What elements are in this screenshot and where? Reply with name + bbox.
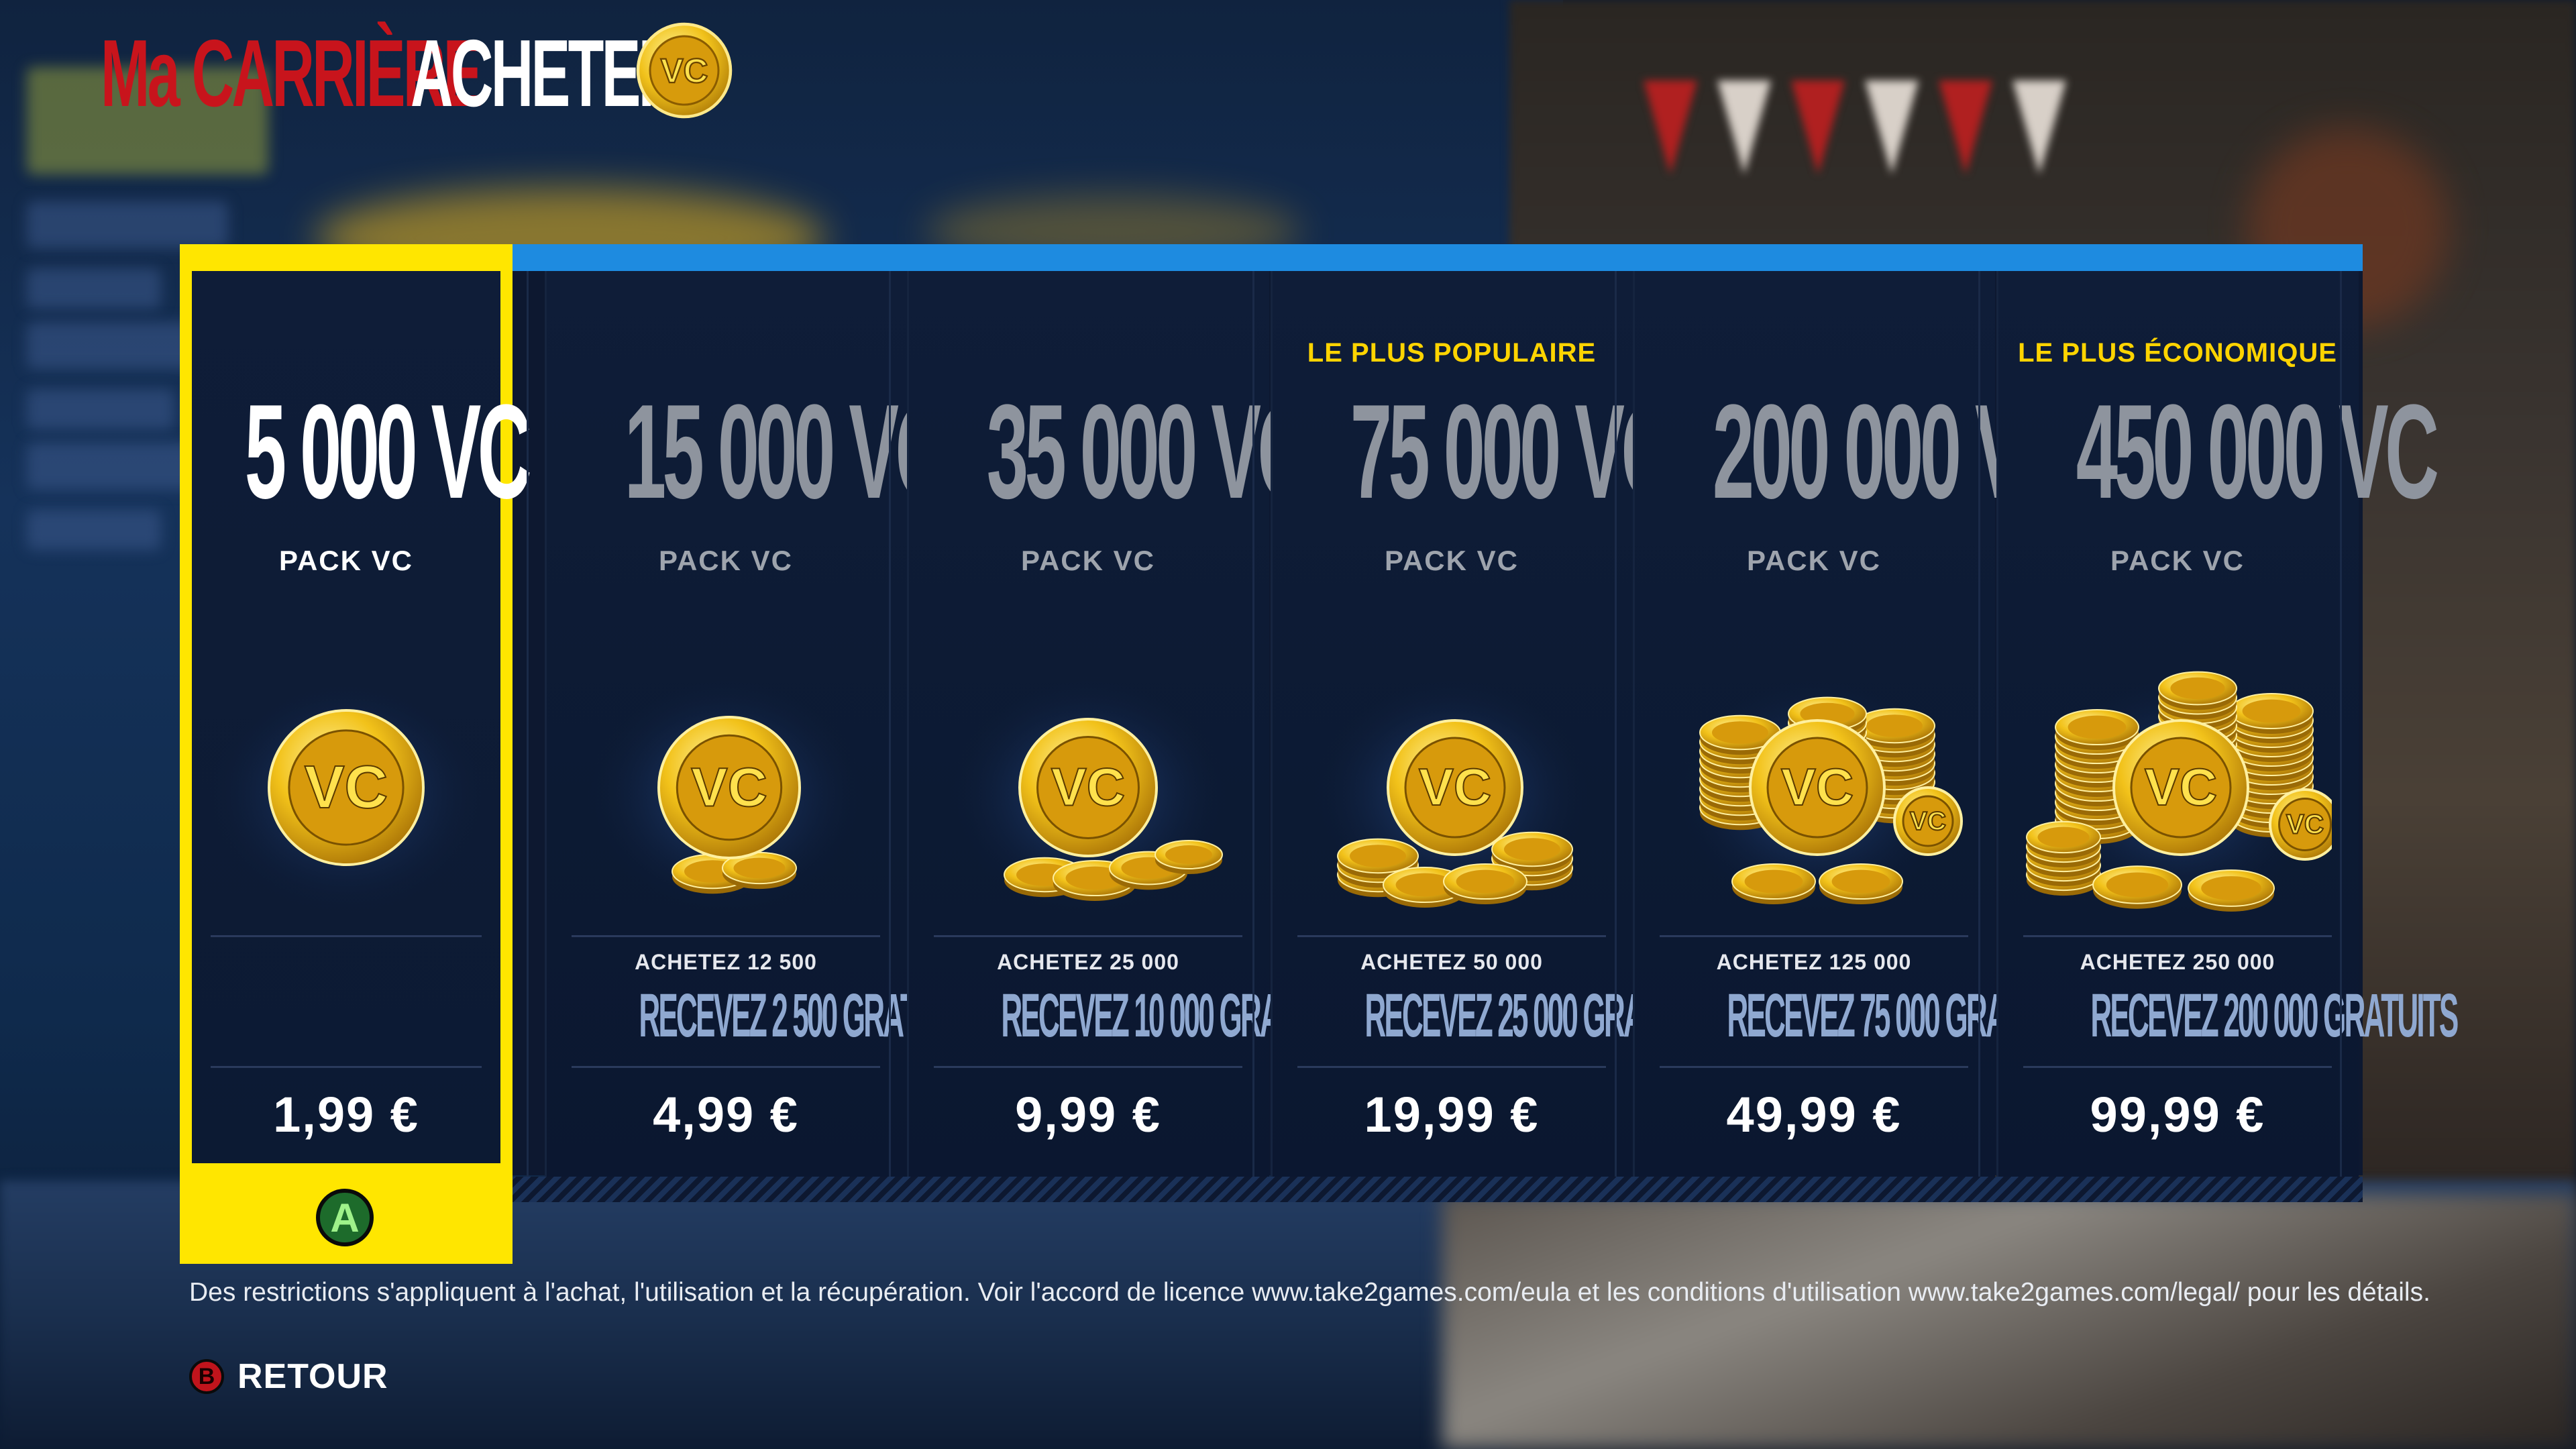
pack-buy-amount: ACHETEZ 250 000 bbox=[2080, 950, 2275, 974]
b-button-icon: B bbox=[189, 1359, 224, 1394]
vc-coin-pile-icon: VC bbox=[947, 674, 1229, 915]
column-separator bbox=[527, 271, 529, 1177]
pack-bonus: RECEVEZ 200 000 GRATUITS bbox=[2090, 981, 2459, 1050]
column-separator bbox=[1252, 271, 1254, 1177]
vc-coin-pile-icon: VC bbox=[205, 674, 487, 915]
divider bbox=[211, 935, 482, 937]
svg-text:VC: VC bbox=[1051, 757, 1126, 817]
divider bbox=[2023, 1066, 2332, 1068]
pack-buy-amount: ACHETEZ 25 000 bbox=[997, 950, 1179, 974]
vc-pack-card-4[interactable]: LE PLUS POPULAIRE 75 000 VC PACK VC VC A… bbox=[1271, 271, 1719, 1177]
a-button-icon: A bbox=[316, 1189, 374, 1246]
pack-amount: 200 000 VC bbox=[1712, 377, 2076, 527]
svg-text:VC: VC bbox=[1781, 757, 1854, 816]
divider bbox=[1297, 1066, 1606, 1068]
screen-header: Ma CARRIÈRE ACHETER VC bbox=[101, 20, 733, 127]
pack-amount: 15 000 VC bbox=[624, 377, 949, 527]
column-separator bbox=[2340, 271, 2342, 1177]
svg-text:VC: VC bbox=[2145, 757, 2217, 816]
column-separator bbox=[1615, 271, 1617, 1177]
svg-text:VC: VC bbox=[661, 52, 708, 90]
svg-text:VC: VC bbox=[305, 754, 388, 821]
divider bbox=[572, 935, 880, 937]
pack-bonus: RECEVEZ 2 500 GRATUITS bbox=[639, 981, 978, 1050]
vc-coin-pile-icon: VC VC bbox=[1673, 674, 1963, 915]
vc-pack-card-1[interactable]: 5 000 VC PACK VC VC 1,99 € A bbox=[180, 244, 532, 1264]
divider bbox=[211, 1066, 482, 1068]
pack-price: 99,99 € bbox=[2090, 1087, 2265, 1142]
pack-amount: 75 000 VC bbox=[1350, 377, 1675, 527]
pack-label: PACK VC bbox=[1021, 545, 1155, 576]
vc-pack-card-2[interactable]: 15 000 VC PACK VC VC ACHETEZ 12 500 RECE… bbox=[545, 271, 978, 1177]
pack-label: PACK VC bbox=[2110, 545, 2245, 576]
pack-buy-amount: ACHETEZ 125 000 bbox=[1716, 950, 1912, 974]
svg-text:VC: VC bbox=[691, 757, 767, 818]
pack-amount: 35 000 VC bbox=[986, 377, 1311, 527]
vc-pack-card-6[interactable]: LE PLUS ÉCONOMIQUE 450 000 VC PACK VC VC… bbox=[1996, 271, 2459, 1177]
pack-buy-amount: ACHETEZ 50 000 bbox=[1360, 950, 1543, 974]
pack-bonus: RECEVEZ 10 000 GRATUITS bbox=[1001, 981, 1354, 1050]
divider bbox=[2023, 935, 2332, 937]
pack-price: 9,99 € bbox=[1015, 1087, 1161, 1142]
divider bbox=[1660, 935, 1968, 937]
vc-coin-icon: VC bbox=[636, 22, 733, 119]
legal-disclaimer: Des restrictions s'appliquent à l'achat,… bbox=[189, 1278, 2430, 1307]
vc-coin-pile-icon: VC bbox=[585, 674, 867, 915]
pack-price: 19,99 € bbox=[1364, 1087, 1540, 1142]
vc-pack-card-3[interactable]: 35 000 VC PACK VC VC ACHETEZ 25 000 RECE… bbox=[907, 271, 1355, 1177]
pack-label: PACK VC bbox=[279, 545, 413, 576]
svg-text:VC: VC bbox=[1910, 807, 1946, 836]
divider bbox=[934, 1066, 1242, 1068]
divider bbox=[1660, 1066, 1968, 1068]
column-separator bbox=[1978, 271, 1980, 1177]
pack-label: PACK VC bbox=[1747, 545, 1881, 576]
pack-price: 4,99 € bbox=[653, 1087, 799, 1142]
pack-buy-amount: ACHETEZ 12 500 bbox=[635, 950, 817, 974]
svg-text:VC: VC bbox=[1419, 757, 1491, 816]
pack-amount: 450 000 VC bbox=[2076, 377, 2439, 527]
vc-coin-pile-icon: VC VC bbox=[2026, 671, 2332, 915]
pack-label: PACK VC bbox=[1385, 545, 1519, 576]
divider bbox=[572, 1066, 880, 1068]
vc-coin-pile-icon: VC bbox=[1311, 674, 1593, 915]
column-separator bbox=[889, 271, 891, 1177]
pack-amount: 5 000 VC bbox=[244, 377, 532, 527]
back-button[interactable]: B RETOUR bbox=[189, 1356, 388, 1397]
pack-bonus: RECEVEZ 25 000 GRATUITS bbox=[1364, 981, 1718, 1050]
divider bbox=[934, 935, 1242, 937]
pack-bonus: RECEVEZ 75 000 GRATUITS bbox=[1727, 981, 2080, 1050]
divider bbox=[1297, 935, 1606, 937]
svg-text:VC: VC bbox=[2286, 809, 2324, 840]
pack-badge: LE PLUS POPULAIRE bbox=[1307, 338, 1597, 368]
vc-pack-card-5[interactable]: 200 000 VC PACK VC VC VC ACHETEZ 125 000… bbox=[1633, 271, 2081, 1177]
panel-bottom-stripe bbox=[508, 1177, 2363, 1202]
pack-price: 1,99 € bbox=[273, 1087, 419, 1142]
pack-label: PACK VC bbox=[659, 545, 793, 576]
back-label: RETOUR bbox=[237, 1357, 388, 1396]
pack-price: 49,99 € bbox=[1726, 1087, 1902, 1142]
pack-badge: LE PLUS ÉCONOMIQUE bbox=[2018, 338, 2337, 368]
